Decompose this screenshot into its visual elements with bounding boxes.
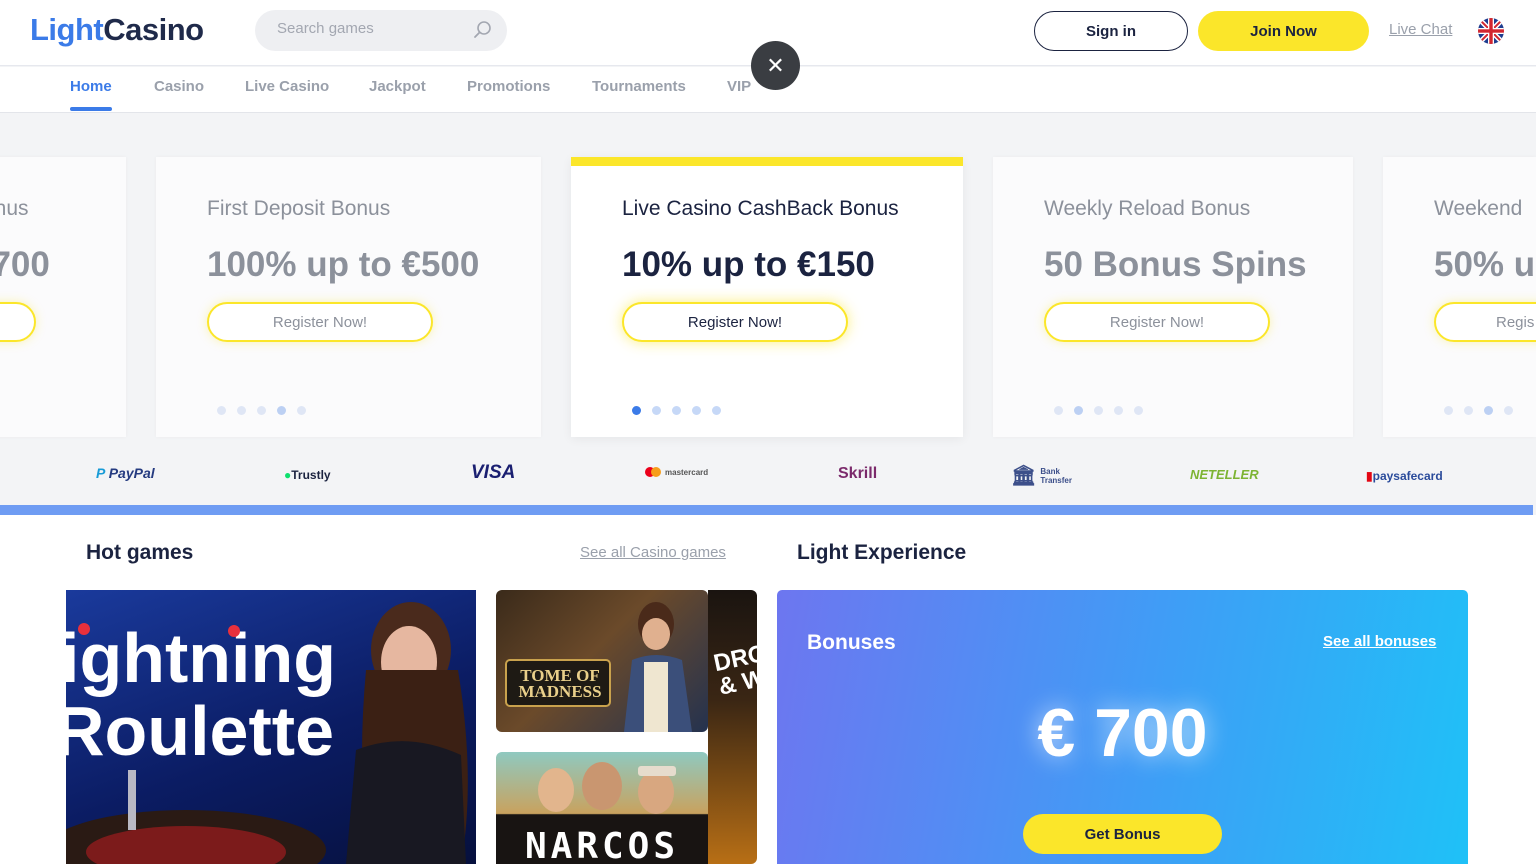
register-button[interactable] (0, 302, 36, 342)
search-icon[interactable] (473, 20, 493, 40)
carousel-dot[interactable] (257, 406, 266, 415)
skrill-logo: Skrill (838, 465, 878, 482)
tome-of-madness-art (505, 602, 692, 732)
game-tile-lightning-roulette[interactable]: ightning Roulette (66, 590, 476, 864)
nav-live-casino[interactable]: Live Casino (245, 78, 329, 95)
nav-tournaments[interactable]: Tournaments (592, 78, 686, 95)
search-box (255, 10, 507, 51)
register-button[interactable]: Register Now! (622, 302, 848, 342)
carousel-dots (1054, 406, 1143, 415)
bonuses-title: Bonuses (807, 631, 896, 654)
carousel-dot[interactable] (672, 406, 681, 415)
join-now-button[interactable]: Join Now (1198, 11, 1369, 51)
paypal-logo: P PayPal (96, 465, 155, 481)
carousel-dot[interactable] (1094, 406, 1103, 415)
carousel-dot[interactable] (297, 406, 306, 415)
logo[interactable]: LightCasino (30, 12, 204, 48)
nav-casino[interactable]: Casino (154, 78, 204, 95)
carousel-dot[interactable] (712, 406, 721, 415)
nav-vip[interactable]: VIP (727, 78, 751, 95)
logo-light: Light (30, 12, 104, 47)
paysafecard-logo: ▮paysafecard (1366, 469, 1443, 483)
game-tile-dragons-wild[interactable]: DRO & W (708, 590, 757, 864)
carousel-dots (632, 406, 721, 415)
close-icon[interactable]: ✕ (751, 41, 800, 90)
carousel-dot[interactable] (1504, 406, 1513, 415)
see-all-casino-games-link[interactable]: See all Casino games (580, 544, 726, 561)
section-divider (0, 505, 1533, 515)
dealer-illustration (66, 602, 468, 864)
carousel-dot[interactable] (217, 406, 226, 415)
promo-title: Weekend (1434, 197, 1523, 220)
get-bonus-button[interactable]: Get Bonus (1023, 814, 1222, 854)
promo-card-first-deposit: First Deposit Bonus 100% up to €500 Regi… (156, 157, 541, 437)
register-button[interactable]: Register Now! (207, 302, 433, 342)
promo-amount: 50% u (1434, 245, 1536, 284)
promo-amount: 100% up to €500 (207, 245, 480, 284)
game-tile-title: TOME OF MADNESS (518, 666, 602, 701)
game-tile-narcos[interactable]: NARCOS (496, 752, 708, 864)
promo-card-partial-left: onus €700 (0, 157, 126, 437)
promo-title: Weekly Reload Bonus (1044, 197, 1251, 220)
carousel-dot[interactable] (1054, 406, 1063, 415)
hot-games-title: Hot games (86, 541, 194, 564)
promo-title: First Deposit Bonus (207, 197, 391, 220)
search-input[interactable] (277, 20, 467, 37)
carousel-dot[interactable] (237, 406, 246, 415)
payment-methods: P PayPal ●Trustly VISA mastercard Skrill… (0, 453, 1536, 499)
carousel-dot[interactable] (1114, 406, 1123, 415)
see-all-bonuses-link[interactable]: See all bonuses (1323, 633, 1436, 650)
register-button[interactable]: Register Now! (1044, 302, 1270, 342)
game-tile-title: DRO & W (711, 639, 757, 701)
carousel-dot[interactable] (652, 406, 661, 415)
nav-jackpot[interactable]: Jackpot (369, 78, 426, 95)
promo-amount: €700 (0, 245, 50, 284)
carousel-dot[interactable] (1134, 406, 1143, 415)
promo-title: Live Casino CashBack Bonus (622, 197, 899, 220)
carousel-dot[interactable] (1444, 406, 1453, 415)
neteller-logo: NETELLER (1190, 467, 1259, 482)
visa-logo: VISA (471, 462, 516, 483)
carousel-dots (1444, 406, 1513, 415)
promo-amount: 10% up to €150 (622, 245, 875, 284)
nav-home[interactable]: Home (70, 78, 112, 111)
promo-amount: 50 Bonus Spins (1044, 245, 1307, 284)
carousel-dot[interactable] (692, 406, 701, 415)
trustly-logo: ●Trustly (284, 468, 331, 482)
carousel-dots (217, 406, 306, 415)
bonuses-panel: Bonuses See all bonuses € 700 Get Bonus (777, 590, 1468, 864)
carousel-dot-active[interactable] (1484, 406, 1493, 415)
carousel-dot-active[interactable] (277, 406, 286, 415)
game-tile-title: NARCOS (524, 826, 680, 864)
nav-promotions[interactable]: Promotions (467, 78, 550, 95)
mastercard-logo: mastercard (645, 467, 708, 477)
promo-card-partial-right: Weekend 50% u Regis (1383, 157, 1536, 437)
bonus-amount: € 700 (1037, 695, 1208, 771)
logo-casino: Casino (103, 12, 204, 47)
carousel-dot-active[interactable] (1074, 406, 1083, 415)
light-experience-title: Light Experience (797, 541, 967, 564)
promo-card-live-cashback: Live Casino CashBack Bonus 10% up to €15… (571, 157, 963, 437)
register-button[interactable]: Regis (1434, 302, 1536, 342)
promo-title: onus (0, 197, 29, 220)
bank-transfer-logo: 🏛 Bank Transfer (1011, 465, 1072, 487)
sign-in-button[interactable]: Sign in (1034, 11, 1188, 51)
uk-flag-icon[interactable] (1478, 18, 1504, 44)
promo-card-weekly-reload: Weekly Reload Bonus 50 Bonus Spins Regis… (993, 157, 1353, 437)
carousel-dot-active[interactable] (632, 406, 641, 415)
game-tile-tome-of-madness[interactable]: TOME OF MADNESS (496, 590, 708, 732)
carousel-dot[interactable] (1464, 406, 1473, 415)
live-chat-link[interactable]: Live Chat (1389, 21, 1452, 38)
